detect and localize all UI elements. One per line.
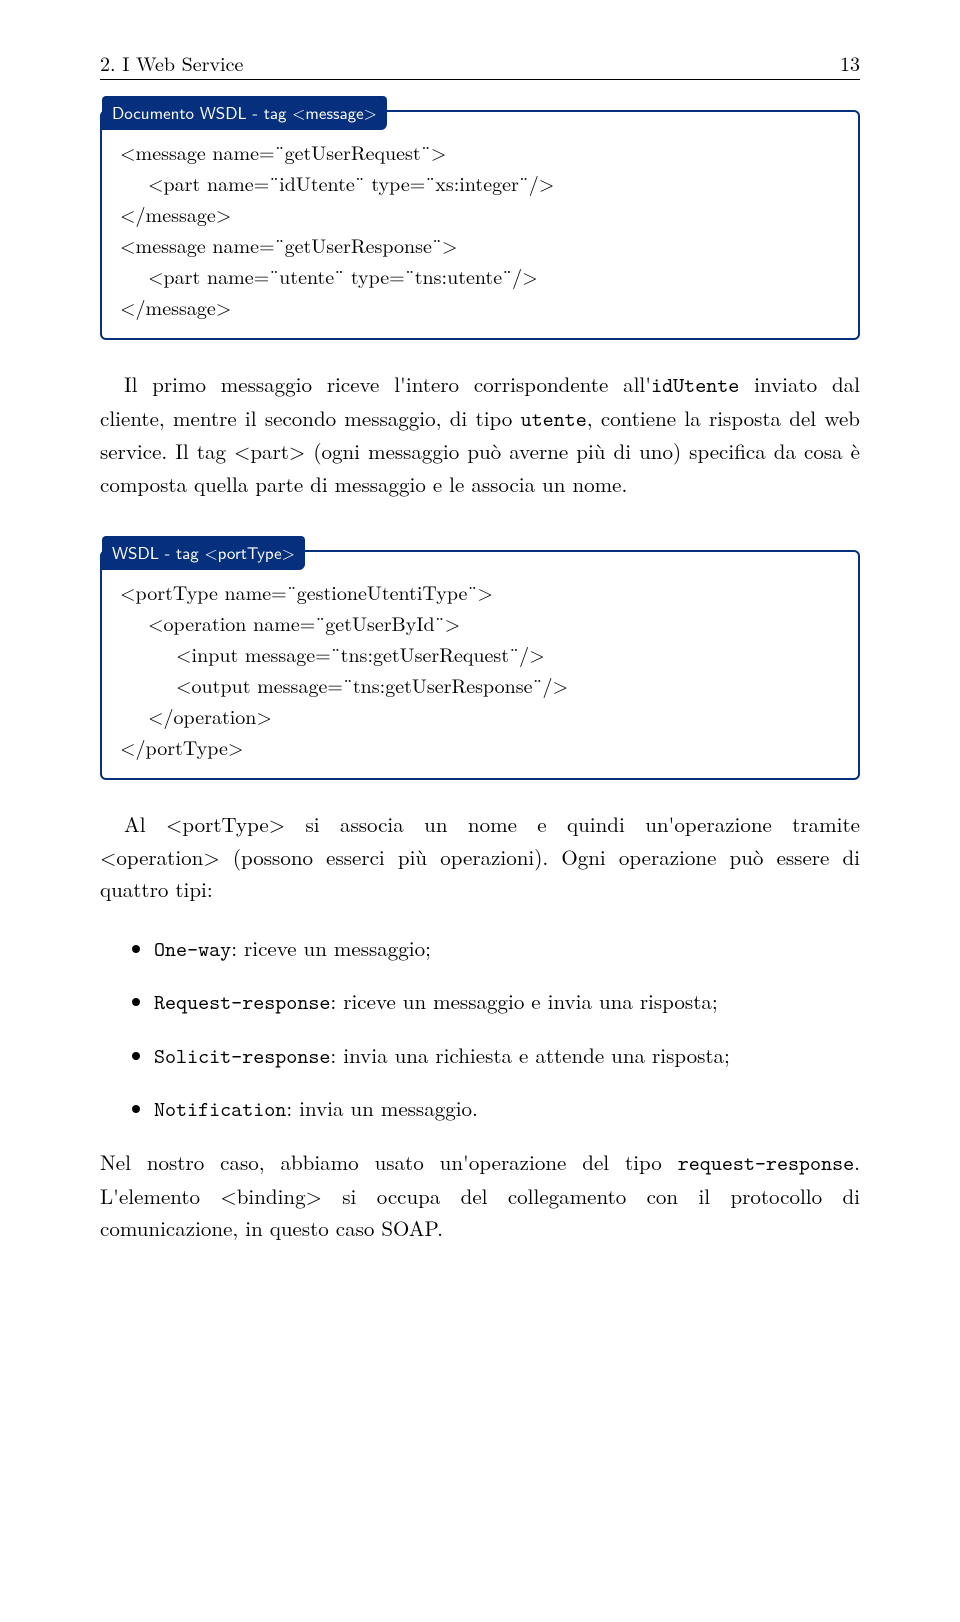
code-box-porttype: WSDL - tag <portType> <portType name=¨ge… [100, 550, 860, 780]
paragraph-2: Al <portType> si associa un nome e quind… [100, 808, 860, 906]
inline-code: idUtente [651, 371, 739, 399]
code-line: <part name=¨utente¨ type=¨tns:utente¨/> [120, 260, 840, 291]
code-line: <message name=¨getUserResponse¨> [120, 229, 840, 260]
code-line: <portType name=¨gestioneUtentiType¨> [120, 576, 840, 607]
code-box-message: Documento WSDL - tag <message> <message … [100, 110, 860, 340]
code-line: <output message=¨tns:getUserResponse¨/> [120, 669, 840, 700]
operation-types-list: One-way: riceve un messaggio; Request-re… [100, 932, 860, 1126]
paragraph-3: Nel nostro caso, abbiamo usato un'operaz… [100, 1146, 860, 1245]
inline-code: Notification [154, 1095, 286, 1123]
code-line: </message> [120, 198, 840, 229]
code-line: <message name=¨getUserRequest¨> [120, 136, 840, 167]
text: Nel nostro caso, abbiamo usato un'operaz… [100, 1147, 678, 1177]
code-line: </operation> [120, 700, 840, 731]
list-item: One-way: riceve un messaggio; [154, 932, 860, 966]
list-item: Notification: invia un messaggio. [154, 1092, 860, 1126]
list-item: Solicit-response: invia una richiesta e … [154, 1039, 860, 1073]
code-box-porttype-title: WSDL - tag <portType> [102, 536, 305, 570]
text: : invia un messaggio. [286, 1093, 478, 1123]
inline-code: request-response [678, 1149, 854, 1177]
paragraph-1: Il primo messaggio riceve l'intero corri… [100, 368, 860, 500]
code-line: </portType> [120, 731, 840, 762]
inline-code: Solicit-response [154, 1042, 330, 1070]
header-page-number: 13 [840, 48, 860, 77]
code-line: </message> [120, 291, 840, 322]
inline-code: One-way [154, 935, 231, 963]
code-box-message-title: Documento WSDL - tag <message> [102, 96, 387, 130]
list-item: Request-response: riceve un messaggio e … [154, 985, 860, 1019]
text: : riceve un messaggio; [231, 933, 431, 963]
text: : invia una richiesta e attende una risp… [330, 1040, 729, 1070]
code-line: <input message=¨tns:getUserRequest¨/> [120, 638, 840, 669]
code-line: <operation name=¨getUserById¨> [120, 607, 840, 638]
page-header: 2. I Web Service 13 [100, 48, 860, 80]
text: : riceve un messaggio e invia una rispos… [330, 986, 717, 1016]
inline-code: Request-response [154, 988, 330, 1016]
inline-code: utente [521, 405, 587, 433]
code-line: <part name=¨idUtente¨ type=¨xs:integer¨/… [120, 167, 840, 198]
text: Il primo messaggio riceve l'intero corri… [124, 369, 651, 399]
header-chapter: 2. I Web Service [100, 48, 243, 77]
